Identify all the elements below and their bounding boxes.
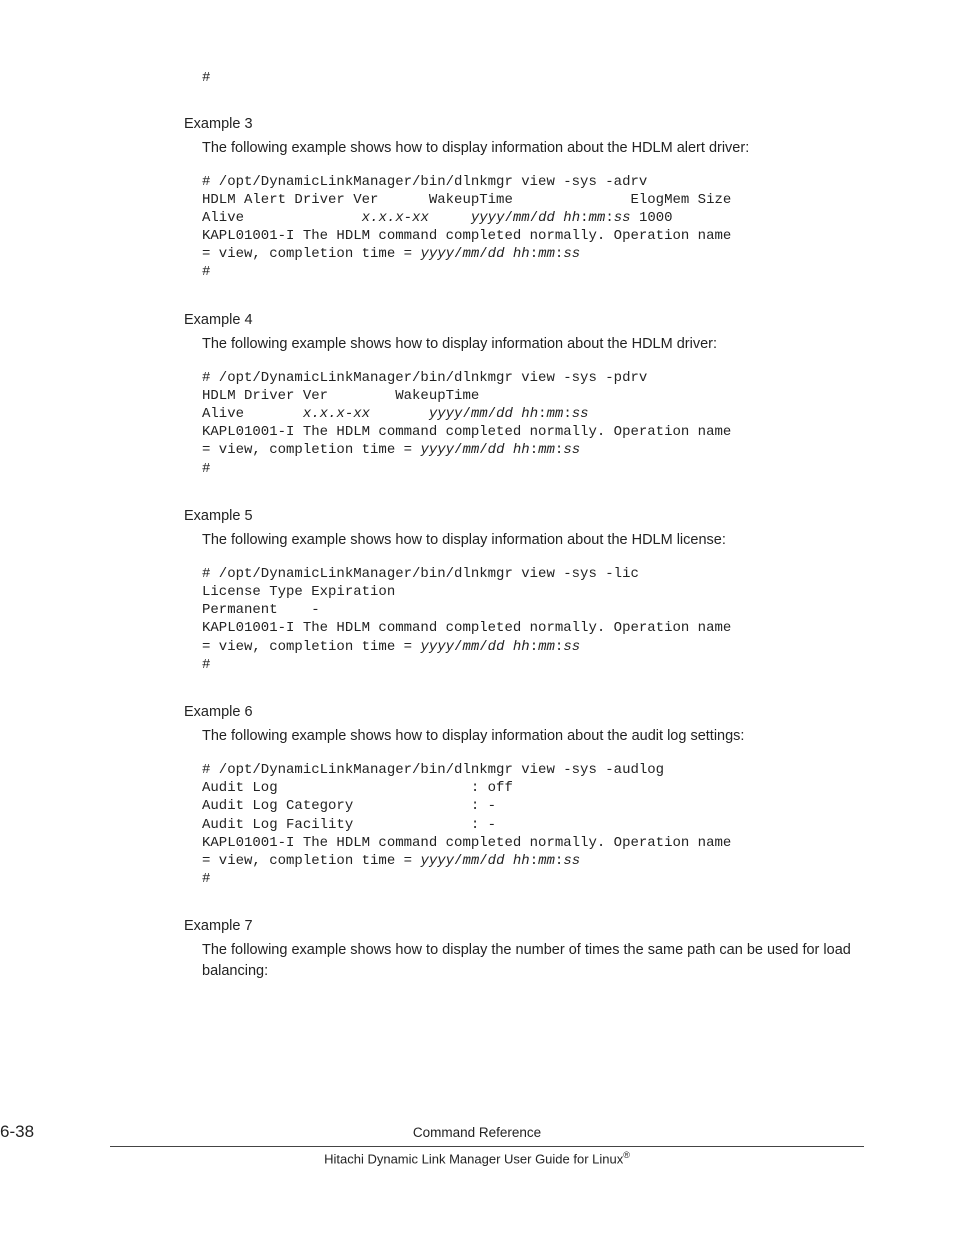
- example-6-code: # /opt/DynamicLinkManager/bin/dlnkmgr vi…: [202, 761, 864, 888]
- code-line: # /opt/DynamicLinkManager/bin/dlnkmgr vi…: [202, 762, 664, 778]
- code-line: Audit Log Category : -: [202, 798, 496, 814]
- code-line: = view, completion time = yyyy/mm/dd hh:…: [202, 853, 580, 869]
- footer-divider: [110, 1146, 864, 1147]
- code-line: HDLM Driver Ver WakeupTime: [202, 388, 479, 404]
- code-line: = view, completion time = yyyy/mm/dd hh:…: [202, 639, 580, 655]
- footer-row: 6-38 Command Reference: [0, 1122, 954, 1144]
- code-block-prev-tail: #: [202, 70, 864, 88]
- example-5-code: # /opt/DynamicLinkManager/bin/dlnkmgr vi…: [202, 565, 864, 674]
- example-4-heading: Example 4: [184, 312, 864, 328]
- example-6-intro: The following example shows how to displ…: [202, 726, 864, 747]
- code-line: #: [202, 264, 210, 280]
- example-7-heading: Example 7: [184, 918, 864, 934]
- code-line: = view, completion time = yyyy/mm/dd hh:…: [202, 246, 580, 262]
- footer-subtitle: Hitachi Dynamic Link Manager User Guide …: [0, 1150, 954, 1166]
- code-line: # /opt/DynamicLinkManager/bin/dlnkmgr vi…: [202, 370, 647, 386]
- code-line: #: [202, 871, 210, 887]
- example-7-intro: The following example shows how to displ…: [202, 940, 864, 982]
- example-3-intro: The following example shows how to displ…: [202, 138, 864, 159]
- example-3-code: # /opt/DynamicLinkManager/bin/dlnkmgr vi…: [202, 173, 864, 282]
- code-line: = view, completion time = yyyy/mm/dd hh:…: [202, 442, 580, 458]
- code-line: # /opt/DynamicLinkManager/bin/dlnkmgr vi…: [202, 566, 639, 582]
- example-3-heading: Example 3: [184, 116, 864, 132]
- code-line: Alive x.x.x-xx yyyy/mm/dd hh:mm:ss 1000: [202, 210, 673, 226]
- example-6-heading: Example 6: [184, 704, 864, 720]
- code-line: KAPL01001-I The HDLM command completed n…: [202, 835, 731, 851]
- example-4-intro: The following example shows how to displ…: [202, 334, 864, 355]
- registered-icon: ®: [623, 1150, 630, 1160]
- code-line: Audit Log Facility : -: [202, 817, 496, 833]
- code-line: KAPL01001-I The HDLM command completed n…: [202, 228, 731, 244]
- footer-title: Command Reference: [110, 1125, 844, 1140]
- example-5-intro: The following example shows how to displ…: [202, 530, 864, 551]
- code-line: HDLM Alert Driver Ver WakeupTime ElogMem…: [202, 192, 731, 208]
- code-line: KAPL01001-I The HDLM command completed n…: [202, 620, 731, 636]
- example-4-code: # /opt/DynamicLinkManager/bin/dlnkmgr vi…: [202, 369, 864, 478]
- code-line: #: [202, 461, 210, 477]
- code-line: Permanent -: [202, 602, 320, 618]
- code-line: Audit Log : off: [202, 780, 513, 796]
- code-line: KAPL01001-I The HDLM command completed n…: [202, 424, 731, 440]
- example-5-heading: Example 5: [184, 508, 864, 524]
- page-content: # Example 3 The following example shows …: [0, 0, 954, 1082]
- page-number: 6-38: [0, 1122, 110, 1142]
- code-line: # /opt/DynamicLinkManager/bin/dlnkmgr vi…: [202, 174, 647, 190]
- code-line: #: [202, 70, 210, 86]
- code-line: Alive x.x.x-xx yyyy/mm/dd hh:mm:ss: [202, 406, 589, 422]
- code-line: License Type Expiration: [202, 584, 395, 600]
- page-footer: 6-38 Command Reference Hitachi Dynamic L…: [0, 1122, 954, 1166]
- code-line: #: [202, 657, 210, 673]
